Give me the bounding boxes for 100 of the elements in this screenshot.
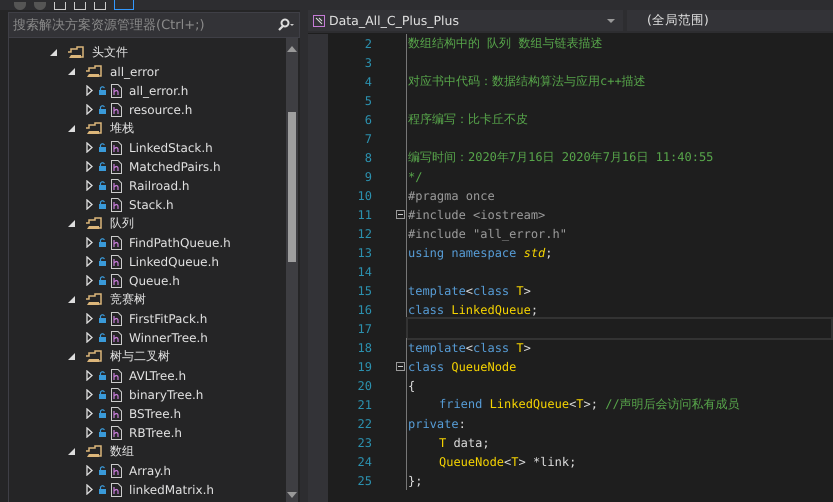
code-line: #pragma once	[408, 188, 495, 202]
collapsed-arrow-icon[interactable]	[85, 256, 94, 267]
tree-item[interactable]: LinkedStack.h	[129, 140, 213, 154]
header-file-icon	[111, 426, 122, 440]
expanded-arrow-icon[interactable]	[67, 351, 76, 362]
code-line: 对应书中代码：数据结构算法与应用c++描述	[408, 73, 646, 90]
scroll-up-icon[interactable]	[287, 46, 297, 52]
tree-item[interactable]: 数组	[110, 443, 134, 460]
collapse-icon[interactable]	[396, 210, 405, 219]
collapsed-arrow-icon[interactable]	[85, 85, 94, 96]
tree-item[interactable]: 树与二叉树	[110, 348, 170, 365]
tree-item[interactable]: linkedMatrix.h	[129, 482, 214, 496]
tree-item[interactable]: 堆栈	[110, 120, 134, 137]
collapsed-arrow-icon[interactable]	[85, 332, 94, 343]
header-file-icon	[111, 330, 122, 344]
line-number: 22	[356, 416, 373, 430]
header-file-icon	[111, 102, 122, 116]
line-number: 13	[356, 246, 373, 260]
tree-item[interactable]: binaryTree.h	[129, 388, 204, 402]
collapsed-arrow-icon[interactable]	[85, 465, 94, 476]
project-dropdown[interactable]: Data_All_C_Plus_Plus	[308, 10, 623, 31]
tree-item[interactable]: FindPathQueue.h	[129, 236, 231, 250]
line-number: 6	[364, 112, 373, 126]
lock-icon	[99, 466, 106, 475]
line-number: 20	[356, 378, 373, 392]
line-number: 12	[356, 226, 373, 240]
code-line: template<class T>	[408, 284, 531, 298]
expanded-arrow-icon[interactable]	[67, 218, 76, 229]
tree-item[interactable]: Railroad.h	[129, 178, 190, 192]
scrollbar[interactable]	[286, 38, 298, 502]
expanded-arrow-icon[interactable]	[67, 294, 76, 305]
code-line: #include "all_error.h"	[408, 226, 567, 240]
lock-icon	[99, 485, 106, 494]
expanded-arrow-icon[interactable]	[67, 66, 76, 77]
filter-folder-icon	[85, 64, 103, 78]
code-line: {	[408, 378, 416, 392]
code-line: QueueNode<T> *link;	[439, 454, 576, 468]
scroll-thumb[interactable]	[288, 112, 296, 262]
tree-item[interactable]: Stack.h	[129, 198, 174, 212]
code-line: class QueueNode	[408, 360, 516, 374]
collapsed-arrow-icon[interactable]	[85, 408, 94, 419]
tree-item[interactable]: FirstFitPack.h	[129, 312, 208, 326]
project-icon	[313, 14, 325, 26]
line-number: 9	[364, 170, 373, 184]
collapsed-arrow-icon[interactable]	[85, 313, 94, 324]
caret-icon	[607, 18, 615, 22]
lock-icon	[99, 143, 106, 152]
line-number: 15	[356, 284, 373, 298]
code-line: 编写时间：2020年7月16日 2020年7月16日 11:40:55	[408, 149, 714, 166]
lock-icon	[99, 86, 106, 95]
collapsed-arrow-icon[interactable]	[85, 370, 94, 381]
header-file-icon	[111, 312, 122, 326]
collapsed-arrow-icon[interactable]	[85, 142, 94, 153]
tree-item[interactable]: RBTree.h	[129, 426, 182, 440]
collapsed-arrow-icon[interactable]	[85, 161, 94, 172]
line-number: 19	[356, 360, 373, 374]
collapsed-arrow-icon[interactable]	[85, 237, 94, 248]
tree-item[interactable]: all_error	[110, 64, 160, 78]
collapsed-arrow-icon[interactable]	[85, 180, 94, 191]
line-number: 2	[364, 36, 373, 50]
tree-item[interactable]: Queue.h	[129, 274, 180, 288]
tree-item[interactable]: 竞赛树	[110, 291, 146, 308]
lock-icon	[99, 105, 106, 114]
line-number: 21	[356, 398, 373, 412]
code-line: #include <iostream>	[408, 208, 546, 222]
tree-item[interactable]: AVLTree.h	[129, 368, 186, 382]
collapsed-arrow-icon[interactable]	[85, 484, 94, 495]
line-number: 17	[356, 322, 373, 336]
collapsed-arrow-icon[interactable]	[85, 104, 94, 115]
lock-icon	[99, 200, 106, 209]
tree-item[interactable]: LinkedQueue.h	[129, 254, 219, 268]
expanded-arrow-icon[interactable]	[49, 47, 58, 58]
tree-item[interactable]: 头文件	[92, 44, 128, 61]
collapsed-arrow-icon[interactable]	[85, 275, 94, 286]
lock-icon	[99, 238, 106, 247]
header-file-icon	[111, 84, 122, 98]
header-file-icon	[111, 274, 122, 288]
code-line: class LinkedQueue;	[408, 302, 538, 316]
header-file-icon	[111, 464, 122, 478]
tree-item[interactable]: WinnerTree.h	[129, 330, 208, 344]
expanded-arrow-icon[interactable]	[67, 446, 76, 457]
collapsed-arrow-icon[interactable]	[85, 389, 94, 400]
tree-item[interactable]: Array.h	[129, 464, 172, 478]
scroll-down-icon[interactable]	[287, 492, 297, 498]
tree-item[interactable]: MatchedPairs.h	[129, 160, 221, 174]
scope-dropdown[interactable]: (全局范围)	[627, 10, 833, 31]
collapsed-arrow-icon[interactable]	[85, 427, 94, 438]
tree-item[interactable]: BSTree.h	[129, 406, 182, 420]
expanded-arrow-icon[interactable]	[67, 123, 76, 134]
search-field[interactable]: 搜索解决方案资源管理器(Ctrl+;)	[8, 12, 300, 38]
lock-icon	[99, 257, 106, 266]
search-icon[interactable]	[277, 18, 295, 32]
collapsed-arrow-icon[interactable]	[85, 199, 94, 210]
tree-item[interactable]: resource.h	[129, 102, 192, 116]
code-line: */	[408, 170, 422, 184]
collapse-icon[interactable]	[396, 362, 405, 371]
lock-icon	[99, 428, 106, 437]
tree-item[interactable]: 队列	[110, 215, 134, 232]
line-number: 5	[364, 94, 373, 108]
tree-item[interactable]: all_error.h	[129, 84, 188, 98]
